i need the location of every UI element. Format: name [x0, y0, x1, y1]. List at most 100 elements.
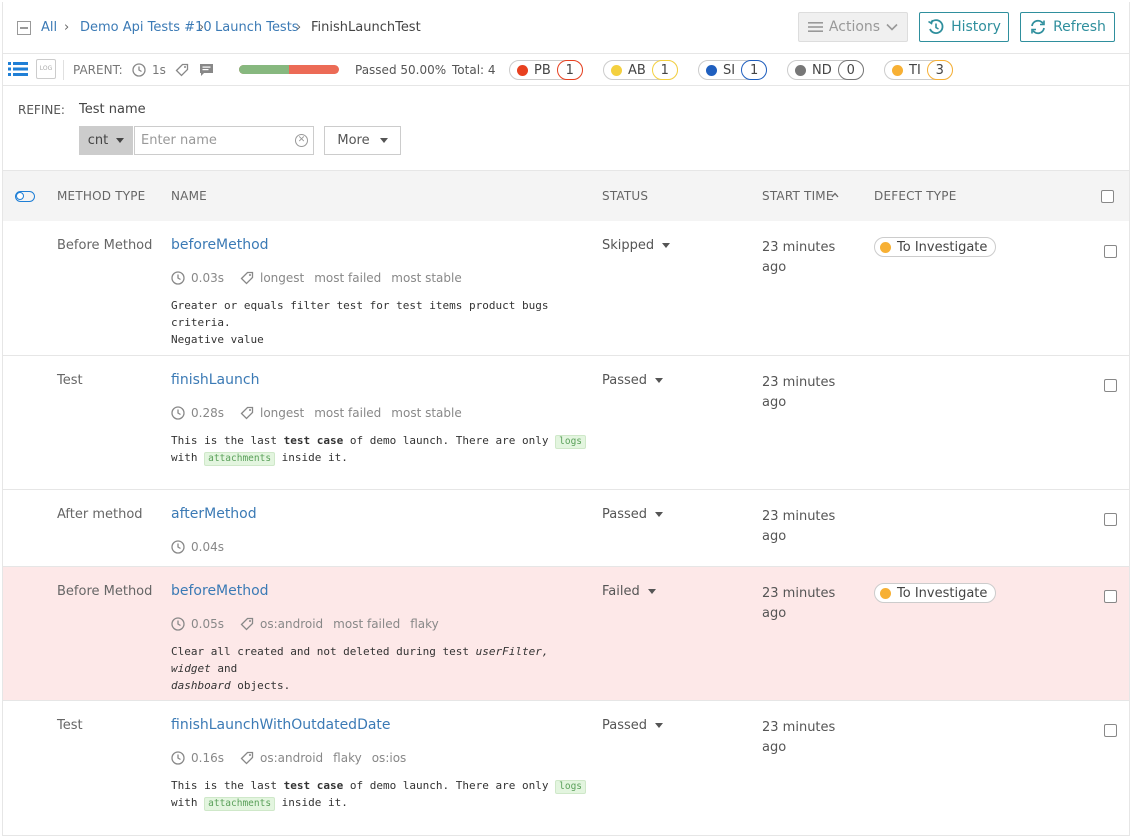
item-tag[interactable]: most failed: [314, 406, 381, 420]
item-tag[interactable]: flaky: [333, 751, 362, 765]
breadcrumb-suite[interactable]: Launch Tests: [215, 20, 299, 35]
defect-badge-label: AB: [628, 62, 646, 78]
caret-down-icon: [379, 138, 388, 143]
status-value: Failed: [602, 584, 640, 599]
item-meta: 0.05s os:android most failed flaky: [171, 617, 439, 631]
description-text: inside it.: [281, 451, 348, 464]
clock-icon: [171, 540, 185, 554]
ti-dot-icon: [892, 64, 903, 76]
item-meta: 0.28s longest most failed most stable: [171, 406, 462, 420]
status-dropdown[interactable]: Skipped: [602, 238, 671, 253]
item-description: Greater or equals filter test for test i…: [171, 297, 591, 348]
more-filters-button[interactable]: More: [324, 126, 401, 155]
description-text: of demo launch. There are only: [349, 434, 549, 447]
log-view-icon[interactable]: LOG: [36, 59, 56, 79]
caret-down-icon: [116, 138, 125, 143]
chevron-right-icon: ›: [296, 20, 302, 35]
test-item-name-link[interactable]: afterMethod: [171, 506, 257, 522]
item-tag[interactable]: most failed: [314, 271, 381, 285]
item-tag[interactable]: most stable: [391, 271, 461, 285]
test-item-name-link[interactable]: beforeMethod: [171, 583, 269, 599]
method-type: Test: [57, 718, 83, 733]
item-description: Clear all created and not deleted during…: [171, 643, 591, 694]
clear-input-icon[interactable]: ✕: [295, 134, 308, 147]
defect-badge-ti[interactable]: TI 3: [884, 60, 953, 80]
to-investigate-dot-icon: [880, 587, 891, 599]
defect-badge-count: 0: [837, 60, 864, 80]
start-time-value: 23 minutes: [762, 509, 836, 524]
row-checkbox[interactable]: [1104, 590, 1117, 603]
test-item-name-link[interactable]: finishLaunchWithOutdatedDate: [171, 717, 391, 733]
item-tag[interactable]: most stable: [391, 406, 461, 420]
actions-button[interactable]: Actions: [798, 12, 908, 42]
inline-code: logs: [555, 435, 587, 449]
row-checkbox[interactable]: [1104, 245, 1117, 258]
collapse-square-icon[interactable]: [17, 21, 31, 35]
header-start-time[interactable]: START TIME: [762, 189, 834, 203]
method-type: After method: [57, 507, 143, 522]
caret-down-icon: [647, 589, 656, 594]
status-dropdown[interactable]: Passed: [602, 718, 664, 733]
passed-progress-fill: [239, 65, 289, 74]
test-item-name-link[interactable]: beforeMethod: [171, 237, 269, 253]
item-duration: 0.16s: [191, 751, 224, 765]
comment-icon: [200, 64, 213, 76]
status-dropdown[interactable]: Passed: [602, 507, 664, 522]
test-item-name-link[interactable]: finishLaunch: [171, 372, 259, 388]
launch-test-items-page: All › Demo Api Tests #10 › Launch Tests …: [2, 2, 1130, 836]
pb-dot-icon: [517, 64, 528, 76]
start-time-suffix: ago: [762, 529, 787, 544]
item-tag[interactable]: os:ios: [372, 751, 407, 765]
si-dot-icon: [706, 64, 717, 76]
breadcrumb-launch[interactable]: Demo Api Tests #10: [80, 20, 212, 35]
status-dropdown[interactable]: Passed: [602, 373, 664, 388]
table-row: Test finishLaunch 0.28s longest most fai…: [3, 356, 1129, 490]
breadcrumb-all[interactable]: All: [41, 20, 57, 35]
defect-badge-pb[interactable]: PB 1: [509, 60, 583, 80]
header-status[interactable]: STATUS: [602, 189, 648, 203]
row-checkbox[interactable]: [1104, 379, 1117, 392]
filter-field-label: Test name: [79, 102, 146, 117]
item-duration: 0.03s: [191, 271, 224, 285]
description-bold: test case: [283, 434, 344, 447]
defect-badge-ab[interactable]: AB 1: [603, 60, 678, 80]
description-line: Greater or equals filter test for test i…: [171, 299, 549, 329]
item-tag[interactable]: longest: [260, 406, 304, 420]
header-method-type[interactable]: METHOD TYPE: [57, 189, 145, 203]
sort-up-icon[interactable]: [831, 192, 839, 198]
start-time-value: 23 minutes: [762, 375, 836, 390]
item-tag[interactable]: os:android: [260, 617, 323, 631]
start-time-suffix: ago: [762, 260, 787, 275]
test-name-input[interactable]: [134, 126, 314, 155]
defect-type-badge[interactable]: To Investigate: [874, 237, 997, 257]
breadcrumb-current: FinishLaunchTest: [311, 20, 421, 35]
refine-label: REFINE:: [18, 103, 65, 117]
condition-dropdown[interactable]: cnt: [79, 126, 133, 155]
refresh-icon: [1031, 19, 1045, 35]
select-all-checkbox[interactable]: [1101, 190, 1114, 203]
item-tag[interactable]: flaky: [410, 617, 439, 631]
chevron-right-icon: ›: [64, 20, 70, 35]
history-button[interactable]: History: [919, 12, 1009, 42]
row-checkbox[interactable]: [1104, 724, 1117, 737]
refresh-button[interactable]: Refresh: [1020, 12, 1115, 42]
defect-type-badge[interactable]: To Investigate: [874, 583, 997, 603]
description-text: and: [217, 662, 238, 675]
item-tag[interactable]: os:android: [260, 751, 323, 765]
item-duration: 0.05s: [191, 617, 224, 631]
list-view-icon[interactable]: [8, 62, 28, 76]
defect-badge-si[interactable]: SI 1: [698, 60, 768, 80]
status-dropdown[interactable]: Failed: [602, 584, 656, 599]
method-type: Before Method: [57, 238, 153, 253]
defect-badge-nd[interactable]: ND 0: [787, 60, 864, 80]
item-meta: 0.16s os:android flaky os:ios: [171, 751, 406, 765]
header-name[interactable]: NAME: [171, 189, 207, 203]
description-bold: test case: [283, 779, 344, 792]
toggle-switch[interactable]: [15, 191, 35, 202]
item-tag[interactable]: most failed: [333, 617, 400, 631]
item-tag[interactable]: longest: [260, 271, 304, 285]
description-italic: dashboard: [171, 679, 231, 692]
row-checkbox[interactable]: [1104, 513, 1117, 526]
header-defect-type[interactable]: DEFECT TYPE: [874, 189, 957, 203]
start-time: 23 minutes ago: [762, 373, 852, 413]
